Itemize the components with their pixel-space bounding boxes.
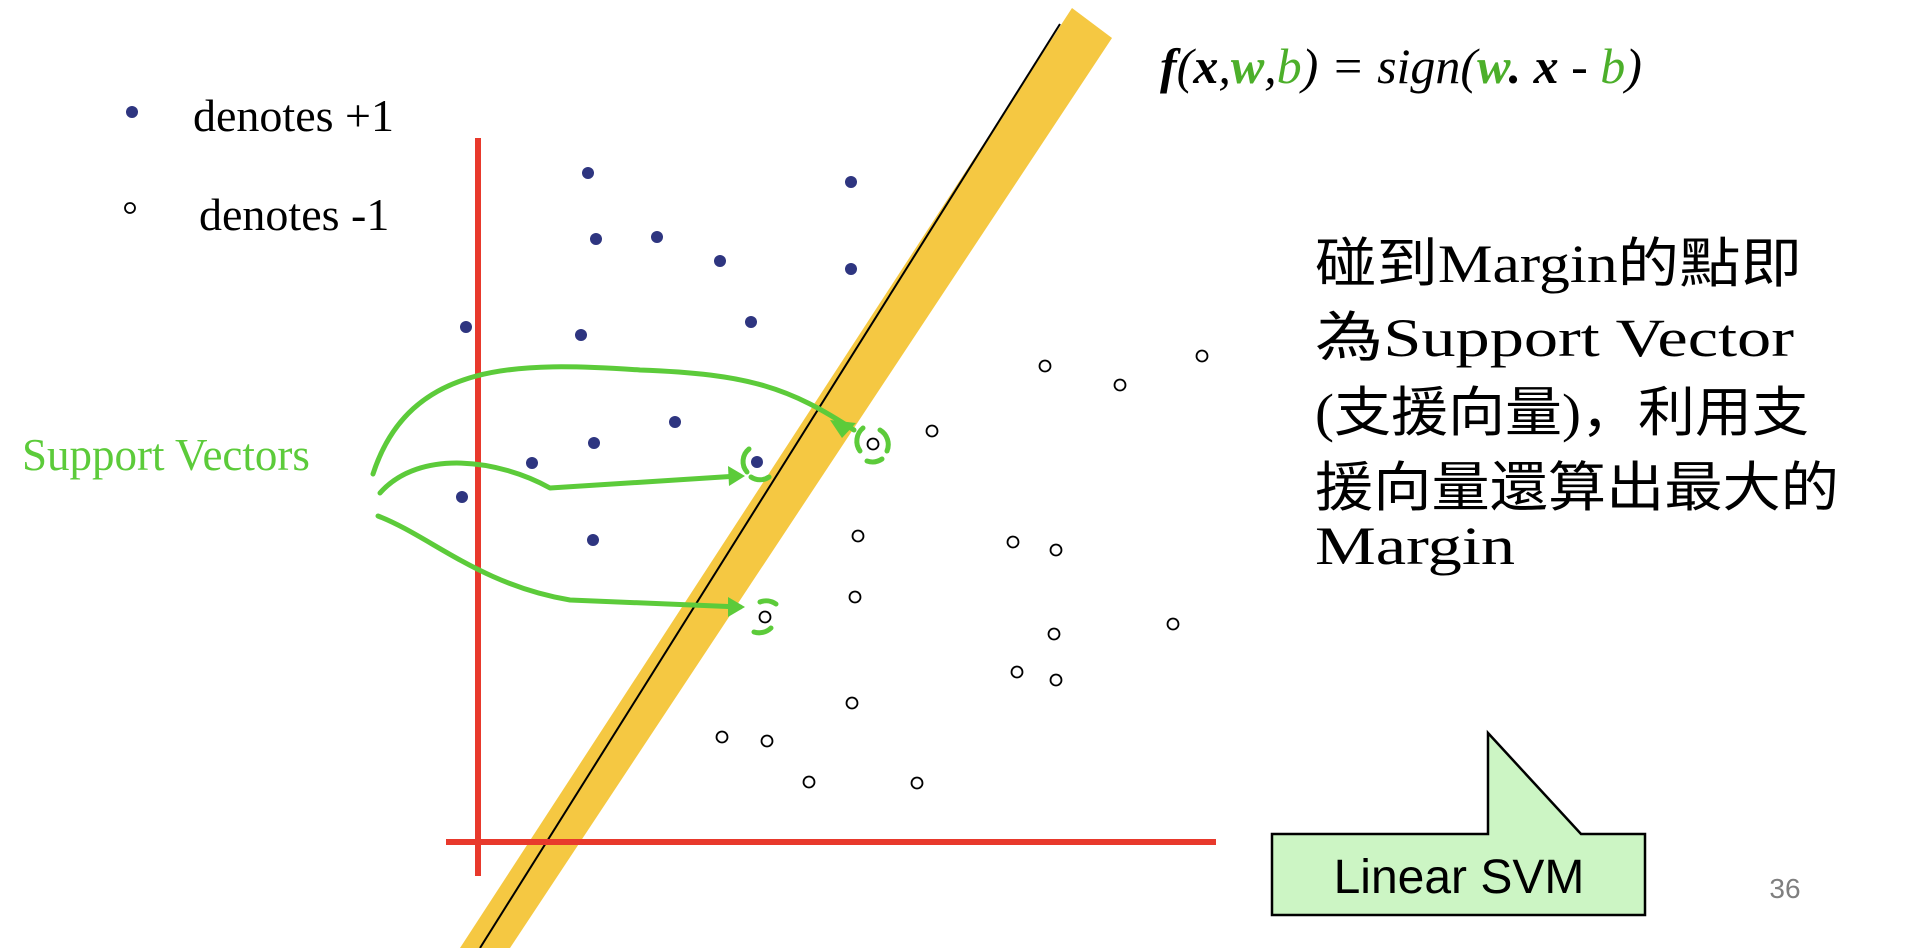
negative-point: [1166, 617, 1180, 631]
negative-point: [1049, 543, 1063, 557]
positive-point: [590, 233, 602, 245]
formula-part: x: [1533, 38, 1559, 94]
negative-point: [851, 529, 865, 543]
description-line: 為Support Vector: [1315, 308, 1794, 368]
positive-point: [575, 329, 587, 341]
negative-point: [1195, 349, 1209, 363]
support-vectors-label: Support Vectors: [22, 430, 310, 480]
positive-point: [714, 255, 726, 267]
formula-part: ,: [1218, 38, 1231, 94]
negative-support-vector: [866, 437, 880, 451]
positive-point: [669, 416, 681, 428]
legend-negative-label: denotes -1: [199, 189, 389, 240]
positive-point: [845, 263, 857, 275]
description-line: (支援向量)，利用支: [1315, 383, 1809, 443]
callout-label: Linear SVM: [1334, 851, 1585, 904]
negative-point: [1006, 535, 1020, 549]
negative-point: [925, 424, 939, 438]
positive-point: [745, 316, 757, 328]
formula-part: b: [1600, 38, 1625, 94]
negative-point: [760, 734, 774, 748]
formula-part: ,: [1264, 38, 1277, 94]
highlight-mark: [864, 456, 885, 465]
negative-point: [910, 776, 924, 790]
formula-part: .: [1509, 38, 1534, 94]
positive-point: [587, 534, 599, 546]
legend-negative-marker: [124, 202, 136, 214]
negative-point: [715, 730, 729, 744]
positive-point: [651, 231, 663, 243]
description-line: 援向量還算出最大的: [1315, 458, 1839, 518]
negative-point: [1113, 378, 1127, 392]
positive-point: [582, 167, 594, 179]
positive-point: [456, 491, 468, 503]
negative-support-vector: [758, 610, 772, 624]
description-line: Margin: [1315, 516, 1515, 576]
formula-part: -: [1559, 38, 1601, 94]
legend-positive-label: denotes +1: [193, 90, 394, 141]
negative-point: [848, 590, 862, 604]
negative-point: [845, 696, 859, 710]
formula-part: b: [1277, 38, 1302, 94]
negative-point: [1010, 665, 1024, 679]
negative-point: [1049, 673, 1063, 687]
negative-point: [1038, 359, 1052, 373]
svm-margin-diagram: denotes +1 denotes -1 f(x,w,b) = sign(w.…: [0, 0, 1906, 948]
page-number: 36: [1769, 873, 1800, 904]
formula-part: ): [1622, 38, 1642, 94]
positive-point: [526, 457, 538, 469]
positive-point: [845, 176, 857, 188]
negative-point: [802, 775, 816, 789]
formula-part: w: [1231, 38, 1265, 94]
formula-part: w: [1477, 38, 1511, 94]
description-line: 碰到Margin的點即: [1315, 234, 1802, 294]
formula-part: x: [1192, 38, 1218, 94]
positive-point: [588, 437, 600, 449]
positive-point: [460, 321, 472, 333]
svm-formula: f(x,w,b) = sign(w. x - b): [1160, 38, 1642, 94]
legend-positive-marker: [126, 106, 138, 118]
negative-point: [1047, 627, 1061, 641]
formula-part: ) = sign(: [1299, 38, 1481, 94]
positive-support-vector: [751, 456, 763, 468]
